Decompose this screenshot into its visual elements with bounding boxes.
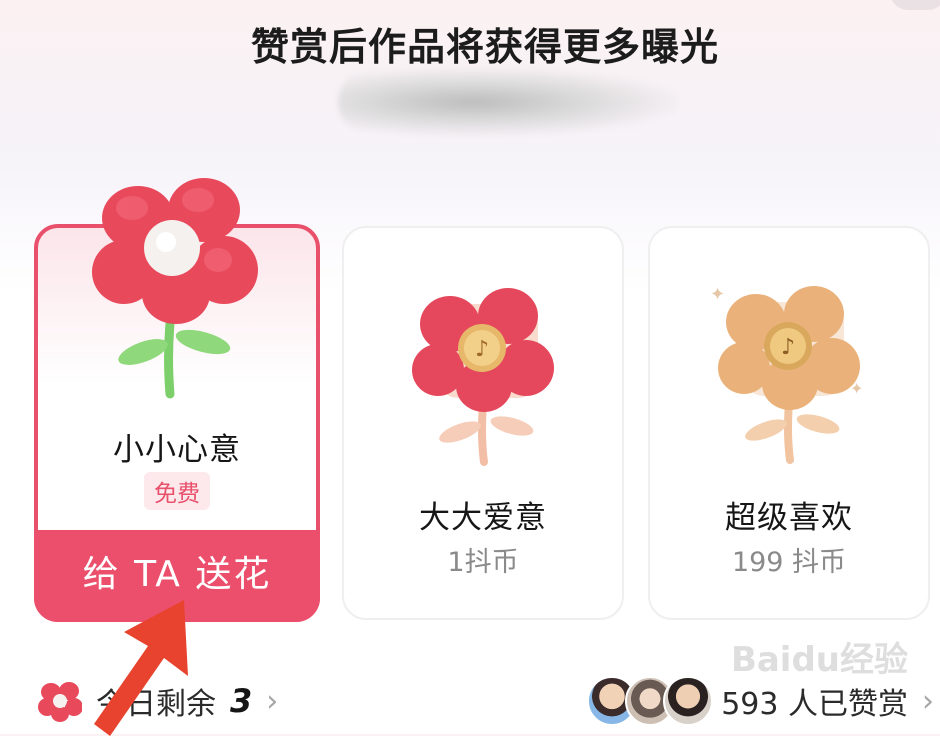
gift-name: 大大爱意	[419, 500, 547, 536]
svg-text:✦: ✦	[710, 284, 725, 305]
avatar-corner	[890, 0, 940, 10]
gift-price: 199 抖币	[731, 547, 847, 578]
chevron-right-icon: ›	[922, 683, 934, 719]
gift-card-1-coin[interactable]: ♪ 大大爱意 1抖币	[342, 226, 624, 620]
avatar	[663, 676, 714, 726]
appreciators-row[interactable]: 593 人已赞赏 ›	[587, 676, 934, 726]
appreciated-count: 593 人已赞赏	[721, 687, 908, 722]
gift-name: 超级喜欢	[725, 500, 853, 536]
chevron-right-icon: ›	[266, 683, 279, 719]
watermark: Baidu经验	[730, 640, 908, 680]
free-badge: 免费	[144, 472, 210, 510]
page-title: 赞赏后作品将获得更多曝光	[250, 25, 719, 69]
gift-card-199-coin[interactable]: ✦ ✦ ♪ 超级喜欢 199 抖币	[648, 226, 930, 620]
gift-name: 小小心意	[113, 432, 241, 468]
svg-text:♪: ♪	[475, 337, 489, 362]
pointer-arrow-icon	[94, 600, 188, 736]
red-flower-icon	[92, 178, 258, 399]
avatar-stack	[587, 676, 714, 726]
redacted-username	[338, 68, 678, 136]
svg-text:♪: ♪	[781, 335, 795, 360]
small-flower-icon	[38, 682, 82, 722]
gold-flower-icon: ✦ ✦ ♪	[710, 284, 863, 464]
gift-card-free[interactable]: 小小心意 免费 给 TA 送花	[34, 178, 320, 622]
remaining-count: 3	[230, 682, 253, 720]
coin-flower-icon: ♪	[412, 288, 554, 466]
gift-price: 1抖币	[447, 547, 519, 578]
